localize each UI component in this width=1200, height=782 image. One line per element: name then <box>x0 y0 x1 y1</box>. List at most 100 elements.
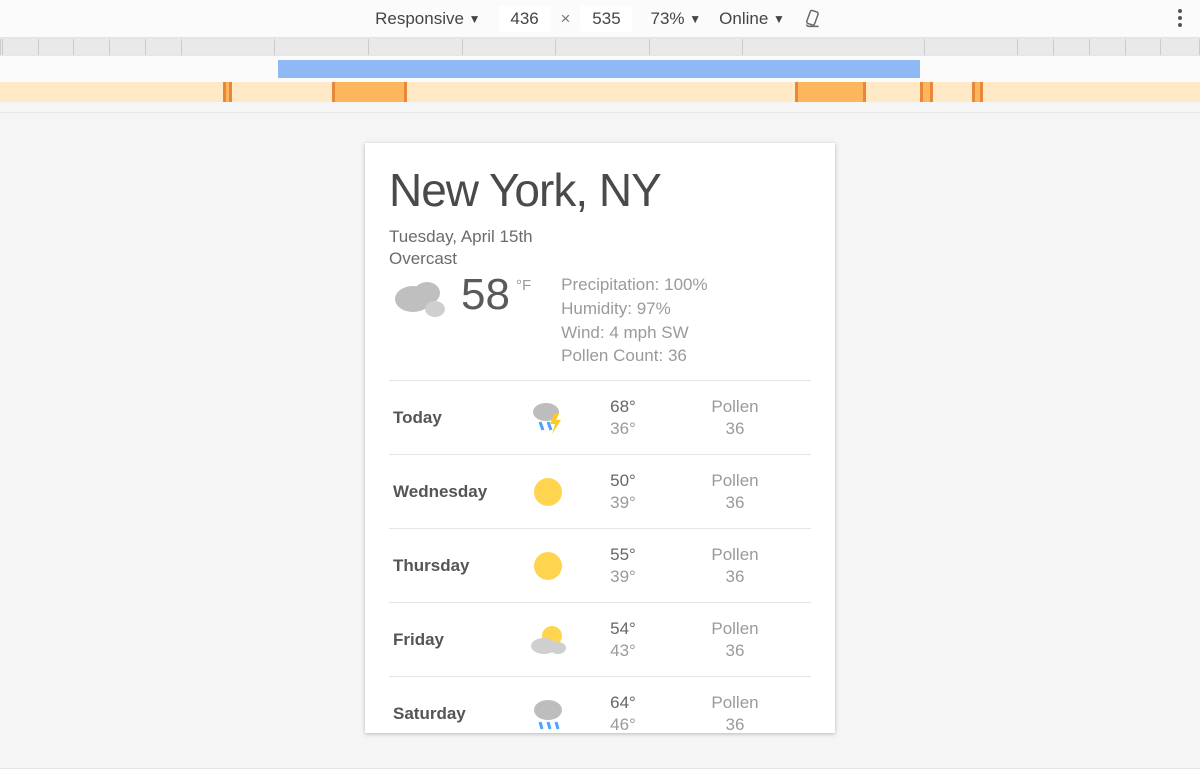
mq-segment[interactable] <box>332 82 404 102</box>
responsive-ruler[interactable] <box>0 38 1200 56</box>
ruler-tick[interactable] <box>463 39 557 55</box>
ruler-tick[interactable] <box>3 39 39 55</box>
forecast-row: Wednesday50°39°Pollen36 <box>389 455 811 529</box>
forecast-high: 64° <box>583 692 663 713</box>
temp-unit: °F <box>516 277 531 294</box>
mq-edge[interactable] <box>223 82 226 102</box>
throttle-dropdown[interactable]: Online ▼ <box>719 9 785 29</box>
forecast-list: Today68°36°Pollen36Wednesday50°39°Pollen… <box>389 380 811 733</box>
caret-down-icon: ▼ <box>689 12 701 26</box>
ruler-tick[interactable] <box>650 39 744 55</box>
pollen-value: 36 <box>663 640 807 661</box>
forecast-day: Saturday <box>393 704 513 724</box>
forecast-pollen: Pollen36 <box>663 544 807 587</box>
forecast-temps: 54°43° <box>583 618 663 661</box>
mq-edge[interactable] <box>972 82 975 102</box>
forecast-sun-icon <box>513 546 583 586</box>
forecast-pollen: Pollen36 <box>663 618 807 661</box>
forecast-low: 39° <box>583 566 663 587</box>
forecast-low: 43° <box>583 640 663 661</box>
forecast-temps: 64°46° <box>583 692 663 733</box>
forecast-temps: 68°36° <box>583 396 663 439</box>
more-options-icon[interactable] <box>1178 9 1182 32</box>
width-input[interactable] <box>499 6 551 32</box>
forecast-temps: 50°39° <box>583 470 663 513</box>
forecast-high: 50° <box>583 470 663 491</box>
humidity-label: Humidity: <box>561 299 632 318</box>
ruler-tick[interactable] <box>1054 39 1090 55</box>
forecast-sun-icon <box>513 472 583 512</box>
ruler-tick[interactable] <box>74 39 110 55</box>
weather-meta: Precipitation: 100% Humidity: 97% Wind: … <box>561 273 708 368</box>
device-label: Responsive <box>375 9 464 28</box>
pollen-value: 36 <box>663 418 807 439</box>
pollen-label: Pollen <box>663 470 807 491</box>
forecast-row: Thursday55°39°Pollen36 <box>389 529 811 603</box>
ruler-tick[interactable] <box>925 39 1019 55</box>
forecast-low: 46° <box>583 714 663 733</box>
mq-segment[interactable] <box>795 82 863 102</box>
mq-edge[interactable] <box>863 82 866 102</box>
ruler-tick[interactable] <box>1090 39 1126 55</box>
current-temp: 58 <box>461 273 510 317</box>
forecast-row: Friday54°43°Pollen36 <box>389 603 811 677</box>
forecast-low: 36° <box>583 418 663 439</box>
wind-value: 4 mph SW <box>609 323 688 342</box>
mq-edge[interactable] <box>795 82 798 102</box>
wind-label: Wind: <box>561 323 604 342</box>
ruler-tick[interactable] <box>1126 39 1162 55</box>
pollen-value: 36 <box>663 492 807 513</box>
forecast-thunder-icon <box>513 398 583 438</box>
media-query-bar-maxwidth[interactable] <box>0 58 1200 80</box>
ruler-tick[interactable] <box>369 39 463 55</box>
device-dropdown[interactable]: Responsive ▼ <box>375 9 480 29</box>
pollen-value: 36 <box>663 714 807 733</box>
pollen-label: Pollen <box>663 544 807 565</box>
overcast-icon <box>389 273 453 328</box>
devtools-drawer-strip[interactable] <box>0 768 1200 782</box>
pollen-value: 36 <box>663 566 807 587</box>
forecast-row: Today 68°36°Pollen36 <box>389 381 811 455</box>
ruler-tick[interactable] <box>556 39 650 55</box>
ruler-tick[interactable] <box>182 39 276 55</box>
mq-segment[interactable] <box>278 60 920 78</box>
forecast-day: Today <box>393 408 513 428</box>
height-input[interactable] <box>580 6 632 32</box>
caret-down-icon: ▼ <box>469 12 481 26</box>
pollen-label: Pollen <box>663 618 807 639</box>
ruler-tick[interactable] <box>275 39 369 55</box>
zoom-value: 73% <box>650 9 684 28</box>
media-query-bar-minwidth[interactable] <box>0 82 1200 102</box>
mq-edge[interactable] <box>930 82 933 102</box>
current-conditions: 58 °F Precipitation: 100% Humidity: 97% … <box>389 273 811 368</box>
condition-text: Overcast <box>389 249 811 269</box>
pollen-count-value: 36 <box>668 346 687 365</box>
caret-down-icon: ▼ <box>773 12 785 26</box>
pollen-count-label: Pollen Count: <box>561 346 663 365</box>
ruler-tick[interactable] <box>743 39 924 55</box>
forecast-high: 68° <box>583 396 663 417</box>
dimension-separator: × <box>561 9 571 29</box>
device-toolbar: Responsive ▼ × 73% ▼ Online ▼ <box>0 0 1200 38</box>
pollen-label: Pollen <box>663 396 807 417</box>
ruler-tick[interactable] <box>1161 39 1200 55</box>
date-text: Tuesday, April 15th <box>389 227 811 247</box>
mq-edge[interactable] <box>332 82 335 102</box>
zoom-dropdown[interactable]: 73% ▼ <box>650 9 701 29</box>
ruler-tick[interactable] <box>1018 39 1054 55</box>
mq-edge[interactable] <box>980 82 983 102</box>
pollen-label: Pollen <box>663 692 807 713</box>
precip-value: 100% <box>664 275 707 294</box>
mq-edge[interactable] <box>404 82 407 102</box>
forecast-pollen: Pollen36 <box>663 692 807 733</box>
forecast-row: Saturday 64°46°Pollen36 <box>389 677 811 733</box>
mq-edge[interactable] <box>920 82 923 102</box>
rotate-icon[interactable] <box>803 8 825 30</box>
ruler-tick[interactable] <box>146 39 182 55</box>
humidity-value: 97% <box>637 299 671 318</box>
ruler-tick[interactable] <box>39 39 75 55</box>
mq-edge[interactable] <box>229 82 232 102</box>
forecast-rain-icon <box>513 694 583 733</box>
ruler-tick[interactable] <box>110 39 146 55</box>
forecast-low: 39° <box>583 492 663 513</box>
